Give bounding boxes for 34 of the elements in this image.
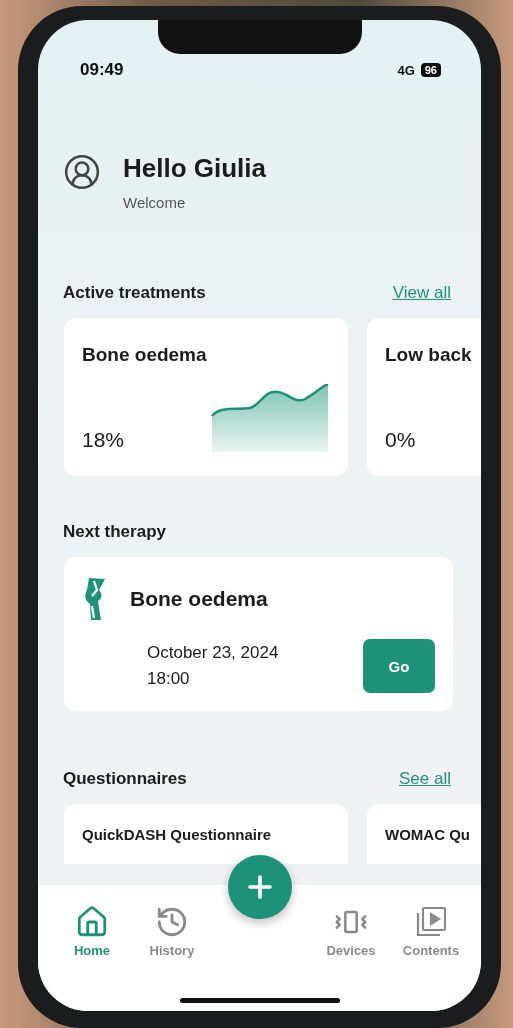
knee-joint-icon [84, 577, 106, 621]
view-all-link[interactable]: View all [392, 283, 451, 303]
treatment-name: Bone oedema [82, 344, 208, 366]
questionnaire-name: WOMAC Qu [385, 826, 470, 843]
welcome-subtitle: Welcome [123, 194, 187, 211]
questionnaire-card[interactable]: WOMAC Qu [367, 804, 481, 864]
nav-tab[interactable]: Contents [391, 905, 471, 1011]
home-icon [75, 905, 109, 939]
battery-level: 96 [420, 63, 441, 77]
see-all-link[interactable]: See all [399, 769, 451, 789]
add-button[interactable] [227, 855, 292, 919]
nav-tab[interactable]: History [132, 905, 212, 1011]
greeting-title: Hello Giulia [123, 153, 267, 184]
therapy-date: October 23, 2024 [147, 643, 279, 663]
questionnaire-card[interactable]: QuickDASH Questionnaire [64, 804, 348, 864]
therapy-name: Bone oedema [130, 587, 268, 611]
questionnaire-name: QuickDASH Questionnaire [82, 826, 272, 843]
history-icon [155, 905, 189, 939]
therapy-time: 18:00 [147, 669, 191, 689]
section-title: Questionnaires [63, 769, 187, 789]
treatment-card[interactable]: Bone oedema 18% [64, 318, 348, 476]
section-title: Next therapy [63, 522, 166, 542]
nav-tab[interactable]: Devices [311, 905, 391, 1011]
status-time: 09:49 [80, 60, 124, 80]
section-title: Active treatments [63, 283, 206, 303]
treatment-name: Low back [385, 344, 473, 366]
treatment-percentage: 18% [82, 428, 125, 452]
video-library-icon [414, 905, 448, 939]
go-button[interactable]: Go [363, 639, 435, 693]
user-avatar-icon[interactable] [63, 153, 101, 191]
treatment-percentage: 0% [385, 428, 416, 452]
treatment-card[interactable]: Low back 0% [367, 318, 481, 476]
nav-tab[interactable]: Home [52, 905, 132, 1011]
network-indicator: 4G [397, 62, 415, 78]
